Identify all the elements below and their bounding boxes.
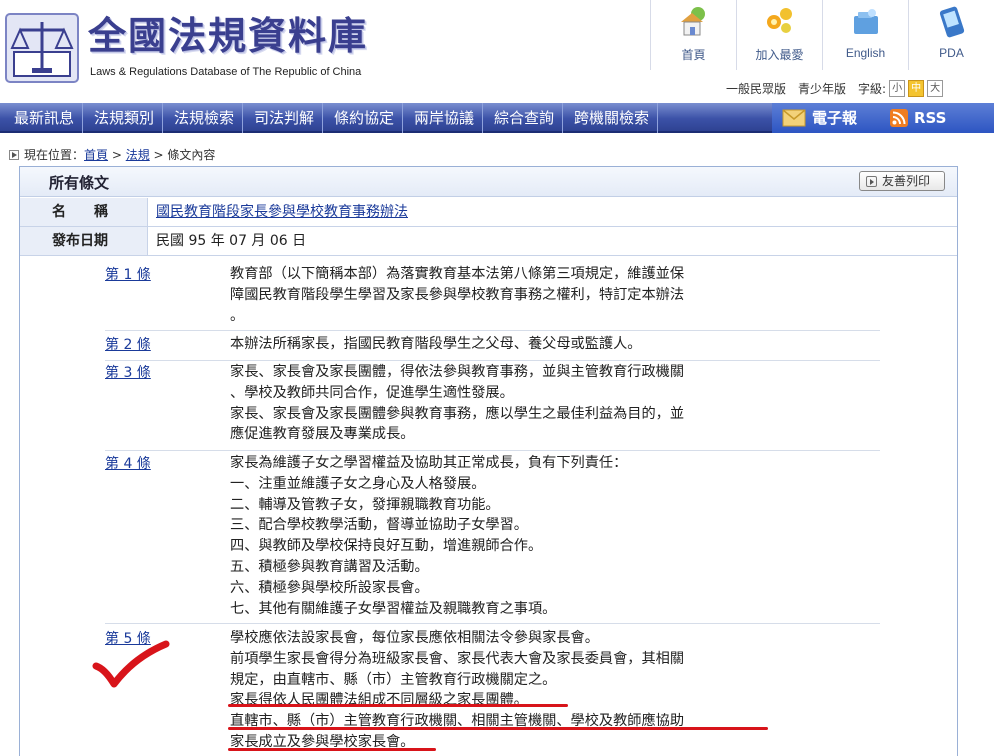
- nav-cross-strait[interactable]: 兩岸協議: [406, 103, 484, 133]
- publish-date-row: 發布日期 民國 95 年 07 月 06 日: [20, 227, 957, 256]
- topnav-favorite-label: 加入最愛: [755, 48, 804, 62]
- breadcrumb-current: 條文內容: [167, 148, 216, 162]
- panel-header: 所有條文 友善列印: [20, 167, 957, 197]
- law-name-label: 名 稱: [20, 198, 148, 226]
- article-line: 教育部（以下簡稱本部）為落實教育基本法第八條第三項規定，維護並保: [230, 266, 685, 282]
- print-button-label: 友善列印: [882, 174, 931, 188]
- article-line: 二、輔導及管教子女，發揮親職教育功能。: [230, 496, 500, 513]
- topnav-english[interactable]: English: [822, 0, 908, 70]
- topnav-pda[interactable]: PDA: [908, 0, 994, 70]
- envelope-icon: [782, 109, 806, 127]
- article-text: 本辦法所稱家長，指國民教育階段學生之父母、養父母或監護人。: [230, 334, 750, 355]
- law-name-value: 國民教育階段家長參與學校教育事務辦法: [156, 198, 408, 226]
- article-3: 第 3 條 家長、家長會及家長團體，得依法參與教育事務，並與主管教育行政機關 、…: [105, 362, 880, 451]
- article-line: 規定，由直轄市、縣（市）主管教育行政機關定之。: [230, 671, 557, 688]
- breadcrumb-prefix: 現在位置：: [24, 148, 85, 162]
- article-line: 本辦法所稱家長，指國民教育階段學生之父母、養父母或監護人。: [230, 336, 642, 352]
- nav-law-search[interactable]: 法規檢索: [166, 103, 244, 133]
- article-line: 五、積極參與教育講習及活動。: [230, 558, 429, 575]
- article-line: 應促進教育發展及專業成長。: [230, 426, 415, 443]
- topnav-english-label: English: [845, 46, 886, 60]
- article-line: 。: [230, 307, 245, 324]
- nav-right-group: 電子報 RSS: [772, 103, 994, 133]
- favorite-icon: [767, 8, 792, 33]
- article-1: 第 1 條 教育部（以下簡稱本部）為落實教育基本法第八條第三項規定，維護並保 障…: [105, 264, 880, 331]
- law-name-link[interactable]: 國民教育階段家長參與學校教育事務辦法: [156, 204, 408, 220]
- article-number-link[interactable]: 第 4 條: [105, 453, 151, 473]
- friendly-print-button[interactable]: 友善列印: [859, 171, 945, 191]
- breadcrumb-separator: >: [108, 147, 126, 162]
- english-icon: [854, 9, 878, 34]
- main-navigation: 最新訊息 法規類別 法規檢索 司法判解 條約協定 兩岸協議 綜合查詢 跨機關檢索…: [0, 103, 994, 133]
- breadcrumb: 現在位置： 首頁 > 法規 > 條文內容: [9, 146, 215, 163]
- article-line: 家長為維護子女之學習權益及協助其正常成長，負有下列責任：: [230, 455, 628, 471]
- article-number-link[interactable]: 第 2 條: [105, 334, 151, 354]
- topnav-home-label: 首頁: [681, 48, 706, 62]
- site-header: 全國法規資料庫 Laws & Regulations Database of T…: [0, 0, 994, 103]
- article-line: 家長、家長會及家長團體，得依法參與教育事務，並與主管教育行政機關: [230, 364, 685, 380]
- red-underline: [228, 748, 436, 751]
- site-subtitle: Laws & Regulations Database of The Repub…: [90, 66, 362, 78]
- red-underline: [228, 727, 768, 730]
- panel-title: 所有條文: [49, 174, 110, 192]
- publish-date-label-text: 發布日期: [52, 233, 108, 249]
- font-size-label: 字級:: [858, 81, 887, 96]
- article-text: 教育部（以下簡稱本部）為落實教育基本法第八條第三項規定，維護並保 障國民教育階段…: [230, 264, 750, 326]
- nav-comprehensive-query[interactable]: 綜合查詢: [486, 103, 564, 133]
- law-name-row: 名 稱 國民教育階段家長參與學校教育事務辦法: [20, 198, 957, 227]
- topnav-pda-label: PDA: [939, 46, 964, 60]
- article-number-link[interactable]: 第 3 條: [105, 362, 151, 382]
- site-logo[interactable]: 全國法規資料庫 Laws & Regulations Database of T…: [4, 10, 366, 86]
- site-title: 全國法規資料庫: [88, 13, 369, 58]
- font-medium-button[interactable]: 中: [908, 79, 925, 97]
- topnav-home[interactable]: 首頁: [650, 0, 736, 70]
- article-text: 家長、家長會及家長團體，得依法參與教育事務，並與主管教育行政機關 、學校及教師共…: [230, 362, 750, 445]
- nav-latest-news[interactable]: 最新訊息: [6, 103, 84, 133]
- print-arrow-icon: [866, 176, 877, 187]
- home-icon: [681, 7, 705, 36]
- article-line: 、學校及教師共同合作，促進學生適性發展。: [230, 384, 514, 401]
- font-large-button[interactable]: 大: [927, 79, 944, 97]
- article-number-link[interactable]: 第 1 條: [105, 264, 151, 284]
- top-navigation: 首頁 加入最愛 English PDA: [650, 0, 994, 70]
- breadcrumb-laws-link[interactable]: 法規: [126, 146, 150, 163]
- article-line: 家長得依人民團體法組成不同層級之家長團體。: [230, 692, 528, 709]
- article-5: 第 5 條 學校應依法設家長會，每位家長應依相關法令參與家長會。 前項學生家長會…: [105, 628, 880, 756]
- rss-icon: [890, 109, 908, 127]
- article-line: 前項學生家長會得分為班級家長會、家長代表大會及家長委員會，其相關: [230, 650, 685, 667]
- article-4: 第 4 條 家長為維護子女之學習權益及協助其正常成長，負有下列責任： 一、注重並…: [105, 453, 880, 624]
- article-line: 四、與教師及學校保持良好互動，增進親師合作。: [230, 538, 543, 555]
- version-switcher: 一般民眾版 青少年版 字級: 小 中 大: [726, 78, 944, 98]
- law-name-label-text: 名 稱: [52, 204, 108, 220]
- article-line: 家長、家長會及家長團體參與教育事務，應以學生之最佳利益為目的，並: [230, 405, 685, 422]
- article-line: 七、其他有關維護子女學習權益及親職教育之事項。: [230, 600, 557, 617]
- font-small-button[interactable]: 小: [889, 79, 906, 97]
- publish-date-label: 發布日期: [20, 227, 148, 255]
- topnav-favorite[interactable]: 加入最愛: [736, 0, 822, 70]
- article-text: 家長為維護子女之學習權益及協助其正常成長，負有下列責任： 一、注重並維護子女之身…: [230, 453, 750, 619]
- nav-cross-agency-search[interactable]: 跨機關檢索: [566, 103, 659, 133]
- scales-of-justice-icon: [5, 13, 79, 83]
- red-underline: [228, 704, 568, 707]
- article-line: 一、注重並維護子女之身心及人格發展。: [230, 475, 486, 492]
- youth-version-link[interactable]: 青少年版: [798, 80, 846, 97]
- nav-judicial-interpretations[interactable]: 司法判解: [246, 103, 324, 133]
- nav-treaties[interactable]: 條約協定: [326, 103, 404, 133]
- red-checkmark-icon: [92, 640, 170, 688]
- breadcrumb-separator: >: [149, 147, 168, 162]
- article-line: 六、積極參與學校所設家長會。: [230, 579, 429, 596]
- general-version-link[interactable]: 一般民眾版: [726, 80, 786, 97]
- article-2: 第 2 條 本辦法所稱家長，指國民教育階段學生之父母、養父母或監護人。: [105, 334, 880, 361]
- publish-date-value: 民國 95 年 07 月 06 日: [156, 233, 307, 249]
- article-line: 障國民教育階段學生學習及家長參與學校教育事務之權利，特訂定本辦法: [230, 286, 685, 303]
- rss-button[interactable]: RSS: [914, 103, 946, 133]
- breadcrumb-home-link[interactable]: 首頁: [84, 146, 108, 163]
- breadcrumb-arrow-icon: [9, 149, 19, 160]
- pda-icon: [939, 6, 965, 38]
- epaper-button[interactable]: 電子報: [812, 103, 857, 133]
- article-line: 三、配合學校教學活動，督導並協助子女學習。: [230, 517, 528, 534]
- nav-law-categories[interactable]: 法規類別: [86, 103, 164, 133]
- article-line: 學校應依法設家長會，每位家長應依相關法令參與家長會。: [230, 630, 599, 646]
- article-text: 學校應依法設家長會，每位家長應依相關法令參與家長會。 前項學生家長會得分為班級家…: [230, 628, 750, 753]
